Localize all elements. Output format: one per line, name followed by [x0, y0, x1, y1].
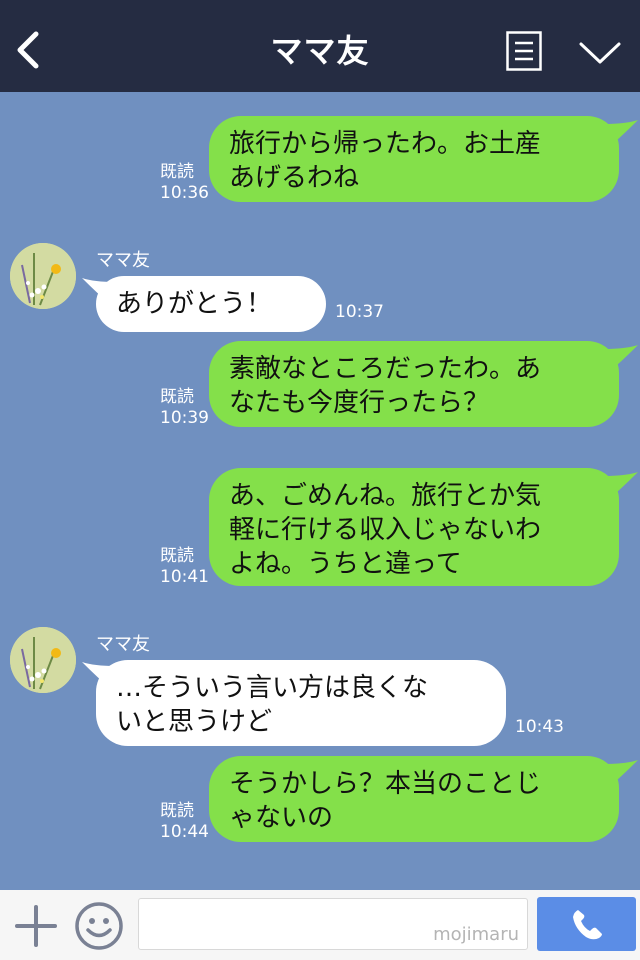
message-input[interactable]: mojimaru: [138, 898, 528, 950]
phone-icon: [573, 910, 602, 940]
message-bubble[interactable]: …そういう言い方は良くな いと思うけど: [96, 660, 506, 746]
chevron-down-icon[interactable]: [578, 40, 622, 66]
watermark: mojimaru: [433, 924, 519, 945]
message-text: そうかしら？本当のことじ ゃないの: [229, 769, 542, 833]
sender-name: ママ友: [96, 250, 150, 271]
menu-icon[interactable]: [506, 31, 542, 71]
message-bubble[interactable]: そうかしら？本当のことじ ゃないの: [209, 756, 619, 842]
smile-icon[interactable]: [74, 901, 124, 951]
message-bubble[interactable]: ありがとう！: [96, 276, 326, 332]
timestamp: 10:39: [160, 408, 209, 428]
read-status: 既読: [160, 387, 194, 407]
read-status: 既読: [160, 546, 194, 566]
avatar[interactable]: [10, 243, 76, 309]
message-text: あ、ごめんね。旅行とか気 軽に行ける収入じゃないわ よね。うちと違って: [229, 481, 542, 579]
timestamp: 10:44: [160, 822, 209, 842]
read-status: 既読: [160, 162, 194, 182]
timestamp: 10:41: [160, 567, 209, 587]
avatar[interactable]: [10, 627, 76, 693]
timestamp: 10:37: [335, 302, 384, 322]
plus-icon[interactable]: [14, 904, 58, 948]
read-status: 既読: [160, 801, 194, 821]
message-bubble[interactable]: 旅行から帰ったわ。お土産 あげるわね: [209, 116, 619, 202]
message-text: ありがとう！: [116, 289, 273, 319]
sender-name: ママ友: [96, 634, 150, 655]
timestamp: 10:43: [515, 717, 564, 737]
call-button[interactable]: [537, 897, 636, 951]
message-text: 旅行から帰ったわ。お土産 あげるわね: [229, 129, 542, 193]
chat-title: ママ友: [270, 32, 370, 70]
message-bubble[interactable]: あ、ごめんね。旅行とか気 軽に行ける収入じゃないわ よね。うちと違って: [209, 468, 619, 586]
message-text: 素敵なところだったわ。あ なたも今度行ったら？: [229, 354, 542, 418]
message-bubble[interactable]: 素敵なところだったわ。あ なたも今度行ったら？: [209, 341, 619, 427]
message-text: …そういう言い方は良くな いと思うけど: [116, 673, 429, 737]
timestamp: 10:36: [160, 183, 209, 203]
chat-header: ママ友: [0, 0, 640, 92]
